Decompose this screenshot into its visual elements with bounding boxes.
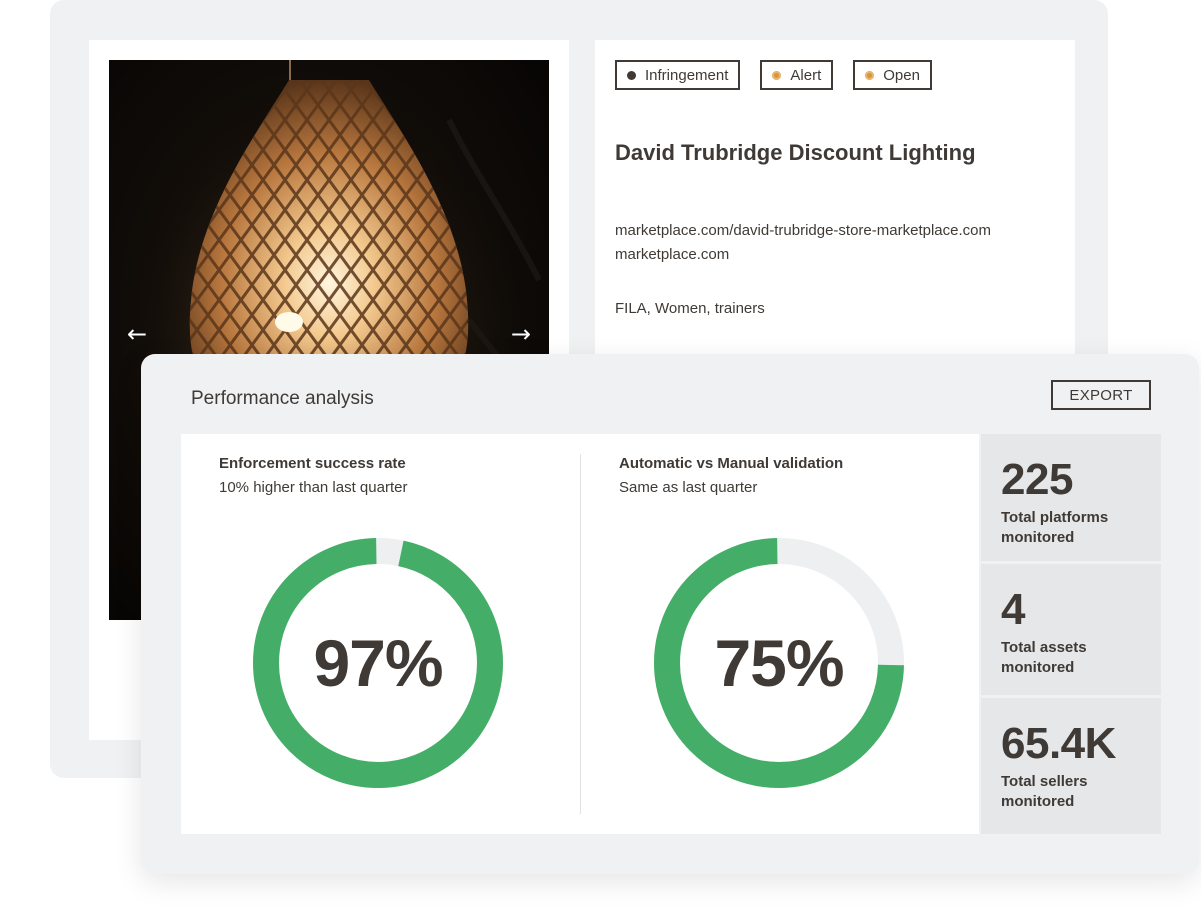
listing-domain: marketplace.com — [615, 246, 730, 263]
listing-keywords: FILA, Women, trainers — [615, 300, 765, 317]
stat-platforms: 225 Total platforms monitored — [981, 434, 1161, 561]
listing-details: Infringement Alert Open David Trubridge … — [595, 40, 1075, 360]
status-dot-icon — [627, 70, 636, 80]
donut-chart: 97% — [253, 538, 503, 788]
tag-label: Open — [883, 66, 920, 84]
charts-panel: Enforcement success rate 10% higher than… — [181, 434, 979, 834]
status-dot-icon — [865, 70, 875, 80]
listing-title: David Trubridge Discount Lighting — [615, 140, 976, 165]
export-button[interactable]: EXPORT — [1051, 380, 1151, 410]
previous-image-arrow-icon[interactable]: ← — [127, 322, 147, 346]
validation-chart: Automatic vs Manual validation Same as l… — [581, 434, 980, 834]
performance-card: Performance analysis EXPORT Enforcement … — [141, 354, 1199, 874]
tag-label: Infringement — [645, 66, 729, 84]
section-title: Performance analysis — [191, 388, 374, 409]
stats-panel: 225 Total platforms monitored 4 Total as… — [979, 434, 1161, 834]
donut-value: 97% — [313, 626, 443, 700]
stat-label: Total assets monitored — [1001, 639, 1087, 676]
stat-label: Total platforms monitored — [1001, 509, 1109, 546]
stat-assets: 4 Total assets monitored — [981, 564, 1161, 695]
status-dot-icon — [772, 70, 782, 80]
chart-title: Enforcement success rate — [219, 455, 406, 472]
listing-url[interactable]: marketplace.com/david-trubridge-store-ma… — [615, 222, 991, 239]
enforcement-success-chart: Enforcement success rate 10% higher than… — [181, 434, 580, 834]
tag-label: Alert — [790, 66, 822, 84]
chart-subtitle: Same as last quarter — [619, 479, 758, 496]
chart-subtitle: 10% higher than last quarter — [219, 479, 408, 496]
donut-value: 75% — [714, 626, 844, 700]
stat-value: 4 — [1001, 585, 1025, 634]
tag-infringement[interactable]: Infringement — [615, 60, 741, 90]
tag-open[interactable]: Open — [853, 60, 932, 90]
stat-label: Total sellers monitored — [1001, 773, 1088, 810]
tag-alert[interactable]: Alert — [760, 60, 834, 90]
chart-title: Automatic vs Manual validation — [619, 455, 844, 472]
stat-value: 65.4K — [1001, 719, 1116, 768]
stat-value: 225 — [1001, 455, 1073, 504]
status-tags: Infringement Alert Open — [615, 60, 932, 90]
donut-chart: 75% — [654, 538, 904, 788]
next-image-arrow-icon[interactable]: → — [511, 322, 531, 346]
stat-sellers: 65.4K Total sellers monitored — [981, 698, 1161, 834]
